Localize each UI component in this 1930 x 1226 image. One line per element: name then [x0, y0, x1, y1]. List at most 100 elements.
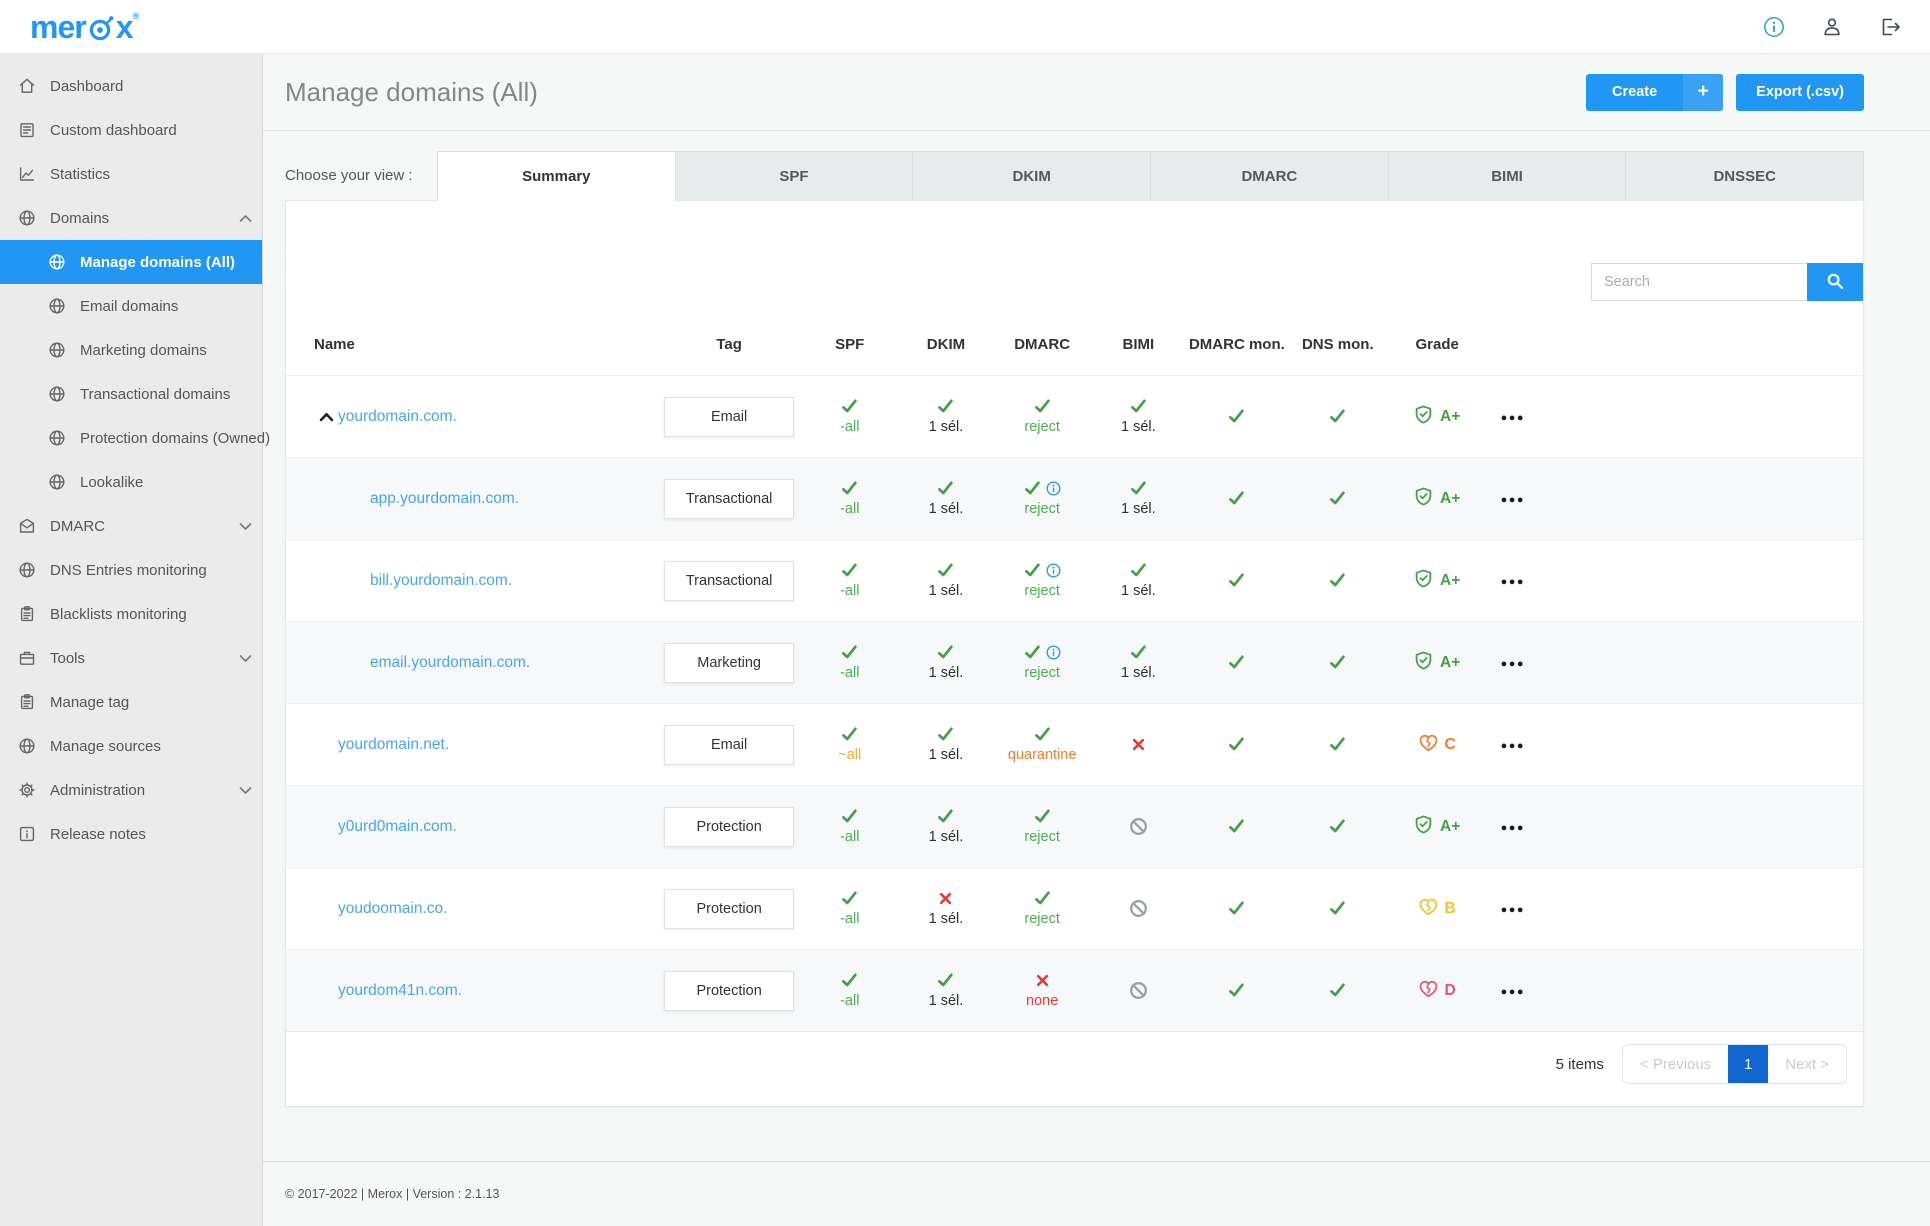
domain-link[interactable]: email.yourdomain.com. — [370, 654, 530, 672]
domain-name-cell: app.yourdomain.com. — [286, 458, 657, 540]
export-csv-button[interactable]: Export (.csv) — [1736, 73, 1864, 111]
row-actions-button[interactable]: ●●● — [1501, 576, 1525, 588]
dns-mon-status — [1287, 376, 1388, 458]
globe-icon — [48, 385, 66, 403]
tag-cell: Protection — [657, 786, 802, 868]
dns-mon-status — [1287, 786, 1388, 868]
domains-card: Name Tag SPF DKIM DMARC BIMI DMARC mon. DNS mon… — [285, 200, 1864, 1108]
create-button[interactable]: Create + — [1586, 73, 1724, 111]
chevron-down-icon — [239, 654, 252, 663]
bimi-status — [1090, 786, 1186, 868]
row-actions-cell: ●●● — [1486, 540, 1540, 622]
sidebar-item-custom-dashboard[interactable]: Custom dashboard — [0, 108, 262, 152]
table-row: email.yourdomain.com. Marketing -all 1 sél.… — [286, 621, 1863, 704]
row-actions-cell: ●●● — [1486, 950, 1540, 1032]
sidebar-item-administration[interactable]: Administration — [0, 768, 262, 812]
user-icon[interactable] — [1820, 15, 1844, 39]
tab-dkim[interactable]: DKIM — [913, 151, 1152, 200]
tag-badge: Protection — [664, 970, 795, 1011]
grade-cell: B — [1388, 868, 1486, 950]
next-page-button[interactable]: Next > — [1768, 1045, 1846, 1083]
bimi-status — [1090, 704, 1186, 786]
tab-dmarc[interactable]: DMARC — [1151, 151, 1389, 200]
domain-name-cell: email.yourdomain.com. — [286, 622, 657, 704]
chevron-down-icon — [239, 522, 252, 531]
row-actions-button[interactable]: ●●● — [1501, 740, 1525, 752]
collapse-caret-icon[interactable] — [319, 412, 338, 422]
sidebar-item-manage-domains-all[interactable]: Manage domains (All) — [0, 240, 262, 284]
tag-cell: Protection — [657, 950, 802, 1032]
pagination-row: 5 items < Previous 1 Next > — [286, 1032, 1863, 1106]
row-actions-button[interactable]: ●●● — [1501, 494, 1525, 506]
spf-status: -all — [802, 868, 898, 950]
domain-link[interactable]: yourdomain.net. — [338, 736, 449, 754]
column-header-actions — [1486, 321, 1540, 376]
tag-cell: Protection — [657, 868, 802, 950]
domains-table: Name Tag SPF DKIM DMARC BIMI DMARC mon. DNS mon… — [286, 321, 1863, 1032]
sidebar-item-marketing-domains[interactable]: Marketing domains — [0, 328, 262, 372]
domain-link[interactable]: y0urd0main.com. — [338, 818, 457, 836]
sidebar-item-manage-tag[interactable]: Manage tag — [0, 680, 262, 724]
row-actions-button[interactable]: ●●● — [1501, 822, 1525, 834]
sidebar-item-label: Marketing domains — [80, 341, 207, 359]
create-button-label: Create — [1612, 84, 1658, 100]
column-header-dns-mon: DNS mon. — [1301, 336, 1374, 353]
spf-status: -all — [802, 622, 898, 704]
row-actions-button[interactable]: ●●● — [1501, 658, 1525, 670]
dkim-status: 1 sél. — [898, 868, 994, 950]
info-icon[interactable] — [1762, 15, 1786, 39]
bimi-status: 1 sél. — [1090, 376, 1186, 458]
domain-link[interactable]: youdoomain.co. — [338, 900, 447, 918]
sidebar-item-tools[interactable]: Tools — [0, 636, 262, 680]
grade-shield-icon — [1414, 487, 1433, 510]
tag-badge: Transactional — [664, 478, 795, 519]
logout-icon[interactable] — [1878, 15, 1902, 39]
sidebar-item-lookalike[interactable]: Lookalike — [0, 460, 262, 504]
sidebar-item-dmarc[interactable]: DMARC — [0, 504, 262, 548]
domain-link[interactable]: app.yourdomain.com. — [370, 490, 519, 508]
sidebar-item-label: Tools — [50, 649, 86, 667]
row-actions-button[interactable]: ●●● — [1501, 904, 1525, 916]
sidebar-item-manage-sources[interactable]: Manage sources — [0, 724, 262, 768]
search-input[interactable] — [1591, 263, 1807, 301]
tab-spf[interactable]: SPF — [675, 151, 914, 200]
sidebar-item-dns-entries-monitoring[interactable]: DNS Entries monitoring — [0, 548, 262, 592]
tag-badge: Protection — [664, 806, 795, 847]
domain-link[interactable]: bill.yourdomain.com. — [370, 572, 512, 590]
sidebar-item-email-domains[interactable]: Email domains — [0, 284, 262, 328]
gear-icon — [18, 781, 36, 799]
bimi-status — [1090, 868, 1186, 950]
choose-view-label: Choose your view : — [285, 167, 413, 184]
spf-status: ~all — [802, 704, 898, 786]
sidebar-item-label: Protection domains (Owned) — [80, 429, 271, 447]
sidebar-item-statistics[interactable]: Statistics — [0, 152, 262, 196]
topbar-icons — [1762, 15, 1902, 39]
sidebar-item-label: DMARC — [50, 517, 105, 535]
domain-link[interactable]: yourdomain.com. — [338, 408, 457, 426]
current-page-button[interactable]: 1 — [1728, 1045, 1769, 1084]
table-header-row: Name Tag SPF DKIM DMARC BIMI DMARC mon. DNS mon… — [286, 321, 1863, 376]
domain-link[interactable]: yourdom41n.com. — [338, 982, 462, 1000]
dns-mon-status — [1287, 868, 1388, 950]
column-header-grade: Grade — [1415, 336, 1459, 353]
row-actions-button[interactable]: ●●● — [1501, 986, 1525, 998]
infosq-icon — [18, 825, 36, 843]
previous-page-button[interactable]: < Previous — [1623, 1045, 1728, 1083]
dkim-status: 1 sél. — [898, 622, 994, 704]
sidebar-item-dashboard[interactable]: Dashboard — [0, 64, 262, 108]
sidebar-item-release-notes[interactable]: Release notes — [0, 812, 262, 856]
dkim-status: 1 sél. — [898, 950, 994, 1032]
sidebar-item-domains[interactable]: Domains — [0, 196, 262, 240]
sidebar-item-transactional-domains[interactable]: Transactional domains — [0, 372, 262, 416]
sidebar-item-blacklists-monitoring[interactable]: Blacklists monitoring — [0, 592, 262, 636]
tab-bimi[interactable]: BIMI — [1388, 151, 1627, 200]
row-actions-button[interactable]: ●●● — [1501, 412, 1525, 424]
row-actions-cell: ●●● — [1486, 786, 1540, 868]
dns-mon-status — [1287, 458, 1388, 540]
header-buttons: Create + Export (.csv) — [1586, 73, 1864, 111]
tab-dnssec[interactable]: DNSSEC — [1626, 151, 1865, 200]
search-button[interactable] — [1807, 263, 1863, 301]
tab-summary[interactable]: Summary — [437, 151, 676, 201]
bimi-status: 1 sél. — [1090, 540, 1186, 622]
sidebar-item-protection-domains-owned[interactable]: Protection domains (Owned) — [0, 416, 270, 460]
